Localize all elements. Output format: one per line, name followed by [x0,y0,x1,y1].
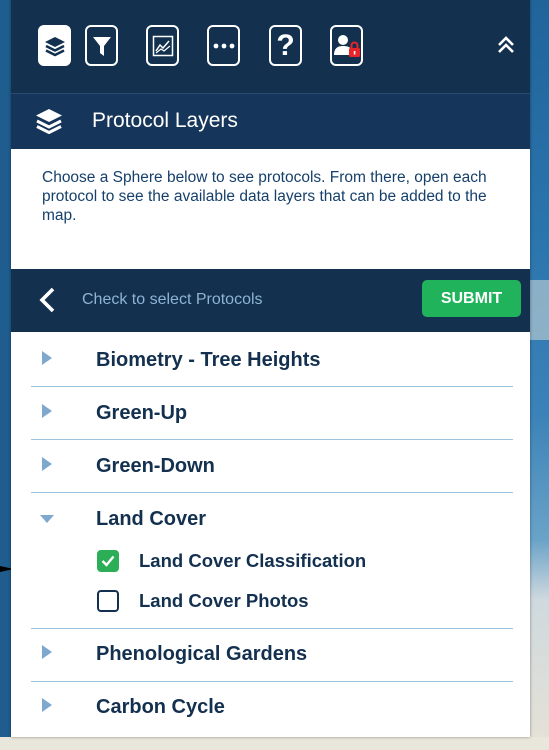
layer-item-land-cover-photos[interactable]: Land Cover Photos [97,590,309,612]
protocol-label: Green-Down [96,455,215,477]
divider [31,681,513,682]
checkbox-checked[interactable] [97,550,119,572]
layers-icon [44,36,65,56]
protocol-select-bar: Check to select Protocols SUBMIT [11,269,530,332]
protocol-label: Carbon Cycle [96,696,225,718]
caret-down-icon [40,515,54,523]
map-bottom-strip [0,737,549,750]
caret-right-icon [42,404,52,418]
protocol-item-green-down[interactable]: Green-Down [31,450,513,486]
caret-right-icon [42,457,52,471]
submit-button[interactable]: SUBMIT [422,280,521,317]
layer-label: Land Cover Classification [139,550,367,571]
page-title: Protocol Layers [92,109,238,132]
protocol-item-land-cover[interactable]: Land Cover [31,503,513,539]
divider [31,386,513,387]
caret-right-icon [42,698,52,712]
chart-tool-button[interactable] [146,25,179,66]
panel-header: Protocol Layers [11,93,530,149]
layers-icon [36,109,62,134]
more-tool-button[interactable] [207,25,240,66]
filter-icon [92,36,111,56]
select-hint: Check to select Protocols [82,291,263,308]
caret-right-icon [42,351,52,365]
layer-label: Land Cover Photos [139,590,309,611]
protocol-label: Phenological Gardens [96,643,308,665]
filter-tool-button[interactable] [85,25,118,66]
chevron-left-icon[interactable] [38,286,56,314]
help-tool-button[interactable]: ? [269,25,302,66]
protocol-item-green-up[interactable]: Green-Up [31,397,513,433]
line-chart-icon [152,35,173,56]
protocol-label: Green-Up [96,402,188,424]
divider [31,492,513,493]
user-lock-icon [333,34,360,57]
map-background[interactable] [530,0,549,750]
layers-tool-button[interactable] [38,25,71,66]
protocol-item-phenological-gardens[interactable]: Phenological Gardens [31,638,513,674]
layer-item-land-cover-classification[interactable]: Land Cover Classification [97,550,366,572]
toolbar: ? [11,0,530,93]
checkbox-unchecked[interactable] [97,590,119,612]
divider [31,439,513,440]
divider [31,628,513,629]
ellipsis-icon [213,43,234,48]
caret-right-icon [42,645,52,659]
user-lock-tool-button[interactable] [330,25,363,66]
question-icon: ? [276,28,295,62]
protocol-item-carbon-cycle[interactable]: Carbon Cycle [31,691,513,727]
instructions-text: Choose a Sphere below to see protocols. … [42,169,487,224]
double-chevron-up-icon[interactable] [495,34,517,56]
protocol-item-biometry[interactable]: Biometry - Tree Heights [31,344,513,380]
check-icon [101,555,115,567]
protocol-label: Biometry - Tree Heights [96,349,321,371]
protocol-layers-panel: ? Protocol Layers Choose a Sphere below … [11,0,530,737]
protocol-label: Land Cover [96,508,207,530]
